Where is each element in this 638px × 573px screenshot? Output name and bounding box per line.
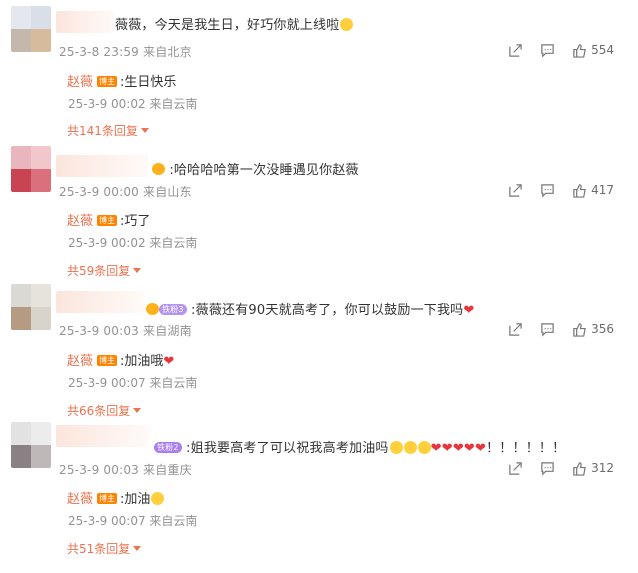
like-count: 554 bbox=[591, 43, 614, 57]
reply-author[interactable]: 赵薇 bbox=[67, 354, 93, 369]
reply-author[interactable]: 赵薇 bbox=[67, 214, 93, 229]
share-icon[interactable] bbox=[508, 322, 522, 336]
comment-text: :哈哈哈哈第一次没睡遇见你赵薇 bbox=[152, 159, 359, 178]
more-replies-link[interactable]: 共141条回复 bbox=[67, 122, 149, 139]
comment-icon[interactable] bbox=[540, 43, 554, 58]
blogger-badge: 博主 bbox=[97, 215, 118, 226]
more-replies-link[interactable]: 共51条回复 bbox=[67, 540, 142, 557]
avatar[interactable] bbox=[11, 6, 51, 52]
red-heart-icon: ❤ bbox=[163, 354, 175, 369]
crown-badge-icon bbox=[146, 303, 159, 315]
crown-badge-icon bbox=[152, 163, 165, 175]
reply-line: 赵薇 博主:加油哦❤ bbox=[67, 350, 174, 369]
reply-line: 赵薇 博主:加油 bbox=[67, 488, 165, 507]
fist-emoji-icon bbox=[151, 492, 165, 505]
reply-line: 赵薇 博主:生日快乐 bbox=[67, 71, 176, 90]
reply-meta: 25-3-9 00:07 来自云南 bbox=[68, 514, 198, 528]
reply-meta: 25-3-9 00:02 来自云南 bbox=[68, 236, 198, 250]
like-count: 417 bbox=[591, 183, 614, 197]
comment-meta: 25-3-9 00:03 来自重庆 bbox=[59, 463, 192, 477]
more-replies-link[interactable]: 共66条回复 bbox=[67, 402, 142, 419]
avatar[interactable] bbox=[11, 422, 51, 468]
comment-actions: 312 bbox=[490, 461, 614, 476]
reply-text: :巧了 bbox=[120, 214, 151, 229]
reply-text: :加油哦 bbox=[120, 354, 164, 369]
thumbs-up-icon[interactable] bbox=[572, 183, 586, 198]
avatar[interactable] bbox=[11, 284, 51, 330]
comment-actions: 356 bbox=[490, 322, 614, 337]
share-icon[interactable] bbox=[508, 461, 522, 475]
crying-emoji-icon bbox=[417, 441, 431, 454]
caret-down-icon bbox=[133, 268, 142, 273]
red-heart-icon: ❤❤❤❤❤ bbox=[430, 441, 487, 456]
like-count: 356 bbox=[591, 322, 614, 336]
reply-meta: 25-3-9 00:07 来自云南 bbox=[68, 376, 198, 390]
crying-emoji-icon bbox=[403, 441, 417, 454]
blogger-badge: 博主 bbox=[97, 76, 118, 87]
reply-meta: 25-3-9 00:02 来自云南 bbox=[68, 97, 198, 111]
fan-level-badge: 铁粉2 bbox=[154, 442, 182, 453]
caret-down-icon bbox=[133, 408, 142, 413]
heart-eyes-emoji-icon bbox=[340, 18, 354, 31]
reply-text: :生日快乐 bbox=[120, 75, 177, 90]
thumbs-up-icon[interactable] bbox=[572, 322, 586, 337]
fan-level-badge: 铁粉3 bbox=[159, 304, 187, 315]
blogger-badge: 博主 bbox=[97, 355, 118, 366]
reply-author[interactable]: 赵薇 bbox=[67, 492, 93, 507]
reply-text: :加油 bbox=[120, 492, 151, 507]
share-icon[interactable] bbox=[508, 183, 522, 197]
comment-text: 薇薇，今天是我生日，好巧你就上线啦 bbox=[115, 14, 354, 33]
caret-down-icon bbox=[133, 546, 142, 551]
reply-author[interactable]: 赵薇 bbox=[67, 75, 93, 90]
comment-item: 铁粉2 :姐我要高考了可以祝我高考加油吗 ❤❤❤❤❤！！！！！！ 25-3-9 0… bbox=[0, 420, 638, 573]
comment-meta: 25-3-9 00:03 来自湖南 bbox=[59, 324, 192, 338]
comment-actions: 554 bbox=[490, 43, 614, 58]
more-replies-link[interactable]: 共59条回复 bbox=[67, 262, 142, 279]
comment-text: 铁粉2 :姐我要高考了可以祝我高考加油吗 ❤❤❤❤❤！！！！！！ bbox=[154, 437, 565, 456]
comment-meta: 25-3-8 23:59 来自北京 bbox=[59, 45, 192, 59]
comment-icon[interactable] bbox=[540, 461, 554, 476]
reply-line: 赵薇 博主:巧了 bbox=[67, 210, 150, 229]
comment-item: :哈哈哈哈第一次没睡遇见你赵薇 25-3-9 00:00 来自山东 417 赵薇… bbox=[0, 140, 638, 280]
like-count: 312 bbox=[591, 461, 614, 475]
username-redacted[interactable] bbox=[56, 425, 149, 447]
comment-actions: 417 bbox=[490, 183, 614, 198]
blogger-badge: 博主 bbox=[97, 493, 118, 504]
username-redacted[interactable] bbox=[56, 11, 114, 33]
comment-icon[interactable] bbox=[540, 322, 554, 337]
crying-emoji-icon bbox=[389, 441, 403, 454]
share-icon[interactable] bbox=[508, 43, 522, 57]
comment-icon[interactable] bbox=[540, 183, 554, 198]
comment-item: 铁粉3 :薇薇还有90天就高考了，你可以鼓励一下我吗❤ 25-3-9 00:03… bbox=[0, 280, 638, 420]
avatar[interactable] bbox=[11, 146, 51, 192]
red-heart-icon: ❤ bbox=[463, 303, 475, 318]
username-redacted[interactable] bbox=[56, 155, 148, 177]
username-redacted[interactable] bbox=[56, 291, 144, 313]
comment-text: 铁粉3 :薇薇还有90天就高考了，你可以鼓励一下我吗❤ bbox=[146, 299, 474, 318]
thumbs-up-icon[interactable] bbox=[572, 43, 586, 58]
comment-meta: 25-3-9 00:00 来自山东 bbox=[59, 185, 192, 199]
thumbs-up-icon[interactable] bbox=[572, 461, 586, 476]
comment-item: 薇薇，今天是我生日，好巧你就上线啦 25-3-8 23:59 来自北京 554 … bbox=[0, 0, 638, 140]
caret-down-icon bbox=[140, 128, 149, 133]
